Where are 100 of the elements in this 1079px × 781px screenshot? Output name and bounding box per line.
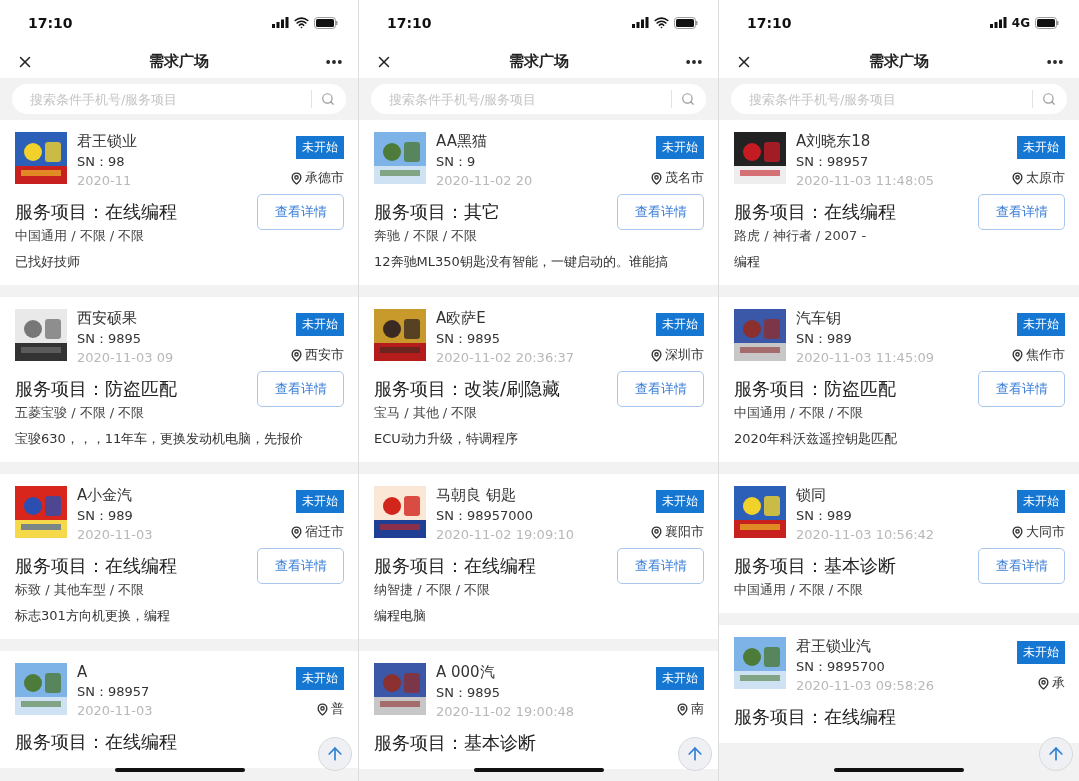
timestamp: 2020-11-03 10:56:42: [796, 527, 936, 542]
request-description: ECU动力升级，特调程序: [374, 430, 519, 448]
serial-number: SN：9895: [77, 330, 143, 348]
service-title: 服务项目：在线编程: [15, 730, 177, 754]
city-label: 承德市: [305, 169, 344, 187]
signal-icon: [989, 17, 1007, 28]
requester-name: A欧萨E: [436, 309, 487, 328]
timestamp: 2020-11-03 11:45:09: [796, 350, 936, 365]
service-title: 服务项目：改装/刷隐藏: [374, 377, 561, 401]
city-label: 西安市: [305, 346, 344, 364]
details-button[interactable]: 查看详情: [978, 371, 1065, 407]
request-description: 编程: [734, 253, 761, 271]
status-badge: 未开始: [296, 313, 344, 336]
serial-number: SN：9895: [436, 330, 502, 348]
search-field[interactable]: 搜索条件手机号/服务项目: [371, 84, 706, 114]
serial-number: SN：989: [796, 507, 853, 525]
details-button[interactable]: 查看详情: [978, 548, 1065, 584]
location-icon: [1011, 525, 1024, 539]
battery-icon: [674, 16, 698, 29]
requester-name: 马朝良 钥匙: [436, 486, 517, 505]
requester-name: 锁同: [796, 486, 827, 505]
serial-number: SN：98: [77, 153, 126, 171]
search-field[interactable]: 搜索条件手机号/服务项目: [12, 84, 346, 114]
vehicle-spec: 标致 / 其他车型 / 不限: [15, 581, 146, 599]
status-badge: 未开始: [656, 490, 704, 513]
city-label: 焦作市: [1026, 346, 1065, 364]
request-description: 2020年科沃兹遥控钥匙匹配: [734, 430, 899, 448]
service-title: 服务项目：在线编程: [15, 200, 177, 224]
timestamp: 2020-11-03 09:58:26: [796, 678, 936, 693]
vehicle-spec: 中国通用 / 不限 / 不限: [734, 581, 865, 599]
vehicle-spec: 中国通用 / 不限 / 不限: [15, 227, 146, 245]
service-title: 服务项目：基本诊断: [374, 731, 536, 755]
city-label: 宿迁市: [305, 523, 344, 541]
service-title: 服务项目：防盗匹配: [734, 377, 896, 401]
city-label: 普: [331, 700, 344, 718]
status-badge: 未开始: [1017, 641, 1065, 664]
serial-number: SN：98957: [77, 683, 151, 701]
status-badge: 未开始: [296, 490, 344, 513]
timestamp: 2020-11-03: [77, 527, 154, 542]
location-icon: [316, 702, 329, 716]
service-title: 服务项目：其它: [374, 200, 500, 224]
vehicle-spec: 五菱宝骏 / 不限 / 不限: [15, 404, 146, 422]
page-title: 需求广场: [508, 52, 569, 71]
requester-name: A刘晓东18: [796, 132, 872, 151]
vehicle-spec: 中国通用 / 不限 / 不限: [734, 404, 865, 422]
timestamp: 2020-11-02 19:09:10: [436, 527, 576, 542]
serial-number: SN：98957: [796, 153, 870, 171]
location-icon: [650, 171, 663, 185]
location-icon: [650, 348, 663, 362]
location-icon: [650, 525, 663, 539]
network-label: 4G: [1011, 15, 1030, 30]
status-badge: 未开始: [1017, 490, 1065, 513]
details-button[interactable]: 查看详情: [257, 548, 344, 584]
timestamp: 2020-11-02 20: [436, 173, 534, 188]
status-time: 17:10: [747, 14, 792, 31]
requester-name: A: [77, 663, 89, 681]
city-label: 茂名市: [665, 169, 704, 187]
timestamp: 2020-11-03 11:48:05: [796, 173, 936, 188]
service-title: 服务项目：基本诊断: [734, 554, 896, 578]
requester-name: 君王锁业汽: [796, 637, 872, 656]
serial-number: SN：9: [436, 153, 477, 171]
requester-name: 君王锁业: [77, 132, 138, 151]
details-button[interactable]: 查看详情: [617, 371, 704, 407]
status-badge: 未开始: [296, 667, 344, 690]
timestamp: 2020-11-03: [77, 703, 154, 718]
location-icon: [1011, 348, 1024, 362]
service-title: 服务项目：防盗匹配: [15, 377, 177, 401]
details-button[interactable]: 查看详情: [617, 548, 704, 584]
city-label: 太原市: [1026, 169, 1065, 187]
details-button[interactable]: 查看详情: [617, 194, 704, 230]
location-icon: [676, 702, 689, 716]
timestamp: 2020-11-02 19:00:48: [436, 704, 576, 719]
serial-number: SN：9895700: [796, 658, 886, 676]
city-label: 大同市: [1026, 523, 1065, 541]
vehicle-spec: 宝马 / 其他 / 不限: [374, 404, 479, 422]
timestamp: 2020-11: [77, 173, 133, 188]
requester-name: A 000汽: [436, 663, 496, 682]
search-field[interactable]: 搜索条件手机号/服务项目: [731, 84, 1067, 114]
vehicle-spec: 奔驰 / 不限 / 不限: [374, 227, 479, 245]
serial-number: SN：989: [796, 330, 853, 348]
vehicle-spec: 路虎 / 神行者 / 2007 -: [734, 227, 868, 245]
wifi-icon: [294, 15, 309, 30]
status-badge: 未开始: [1017, 136, 1065, 159]
request-description: 12奔驰ML350钥匙没有智能，一键启动的。谁能搞: [374, 253, 669, 271]
battery-icon: [1035, 16, 1059, 29]
city-label: 承: [1052, 674, 1065, 692]
status-badge: 未开始: [1017, 313, 1065, 336]
city-label: 深圳市: [665, 346, 704, 364]
scroll-top-button[interactable]: [1039, 737, 1073, 771]
requester-name: 汽车钥: [796, 309, 842, 328]
request-description: 宝骏630，，，11年车，更换发动机电脑，先报价: [15, 430, 305, 448]
details-button[interactable]: 查看详情: [257, 371, 344, 407]
timestamp: 2020-11-03 09: [77, 350, 175, 365]
location-icon: [1037, 676, 1050, 690]
city-label: 南: [691, 700, 704, 718]
details-button[interactable]: 查看详情: [978, 194, 1065, 230]
status-badge: 未开始: [656, 313, 704, 336]
details-button[interactable]: 查看详情: [257, 194, 344, 230]
location-icon: [1011, 171, 1024, 185]
service-title: 服务项目：在线编程: [15, 554, 177, 578]
